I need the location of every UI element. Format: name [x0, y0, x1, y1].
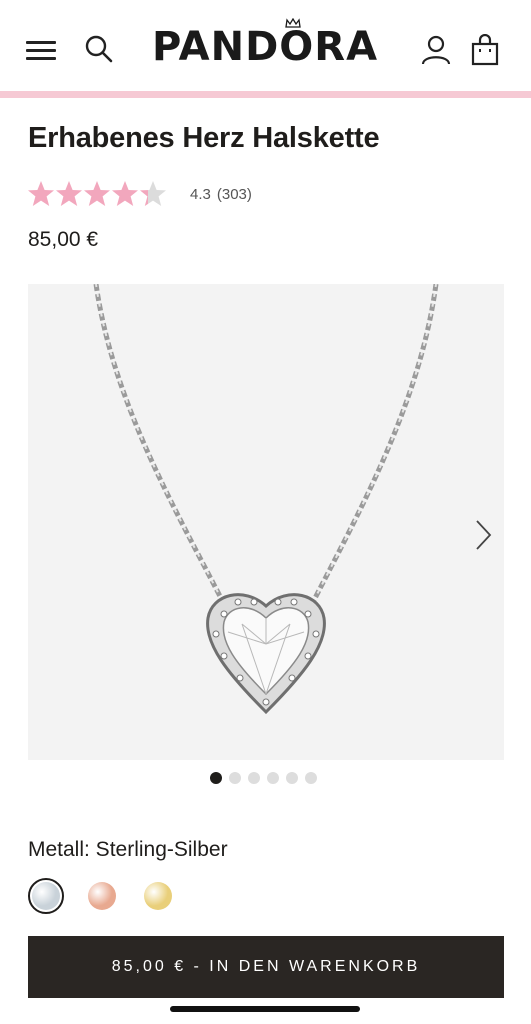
- star-icon: [84, 181, 110, 206]
- shopping-bag-icon[interactable]: [470, 34, 500, 66]
- search-icon[interactable]: [84, 34, 114, 64]
- header-accent-bar: [0, 91, 531, 98]
- swatch-color: [144, 882, 172, 910]
- star-icon: [56, 181, 82, 206]
- pagination-dot[interactable]: [305, 772, 317, 784]
- pagination-dot[interactable]: [210, 772, 222, 784]
- chevron-right-icon[interactable]: [470, 518, 496, 552]
- review-count: (303): [216, 185, 252, 203]
- rating-value: 4.3: [190, 185, 211, 203]
- pagination-dot[interactable]: [267, 772, 279, 784]
- logo-text: PANDORA: [152, 24, 379, 70]
- add-to-cart-button[interactable]: 85,00 € - IN DEN WARENKORB: [28, 936, 504, 998]
- account-icon[interactable]: [420, 34, 452, 66]
- menu-icon[interactable]: [26, 38, 58, 62]
- pagination-dot[interactable]: [229, 772, 241, 784]
- product-rating[interactable]: 4.3 (303): [27, 178, 252, 210]
- rating-stars: [27, 180, 167, 208]
- pagination-dot[interactable]: [248, 772, 260, 784]
- product-image-gallery[interactable]: [28, 284, 504, 760]
- metal-swatch[interactable]: [84, 878, 120, 914]
- metal-label: Metall: Sterling-Silber: [28, 838, 228, 861]
- swatch-color: [32, 882, 60, 910]
- star-icon: [140, 181, 166, 206]
- site-header: PANDORA: [0, 0, 531, 92]
- metal-swatch[interactable]: [140, 878, 176, 914]
- star-icon: [28, 181, 54, 206]
- pandora-logo[interactable]: PANDORA: [152, 18, 379, 72]
- swatch-color: [88, 882, 116, 910]
- metal-swatches: [28, 878, 176, 914]
- crown-icon: [285, 18, 301, 28]
- gallery-pagination: [210, 772, 317, 784]
- necklace-image: [93, 284, 439, 715]
- product-title: Erhabenes Herz Halskette: [28, 122, 380, 154]
- star-icon: [112, 181, 138, 206]
- product-price: 85,00 €: [28, 228, 99, 251]
- home-indicator: [170, 1006, 360, 1012]
- metal-swatch[interactable]: [28, 878, 64, 914]
- pagination-dot[interactable]: [286, 772, 298, 784]
